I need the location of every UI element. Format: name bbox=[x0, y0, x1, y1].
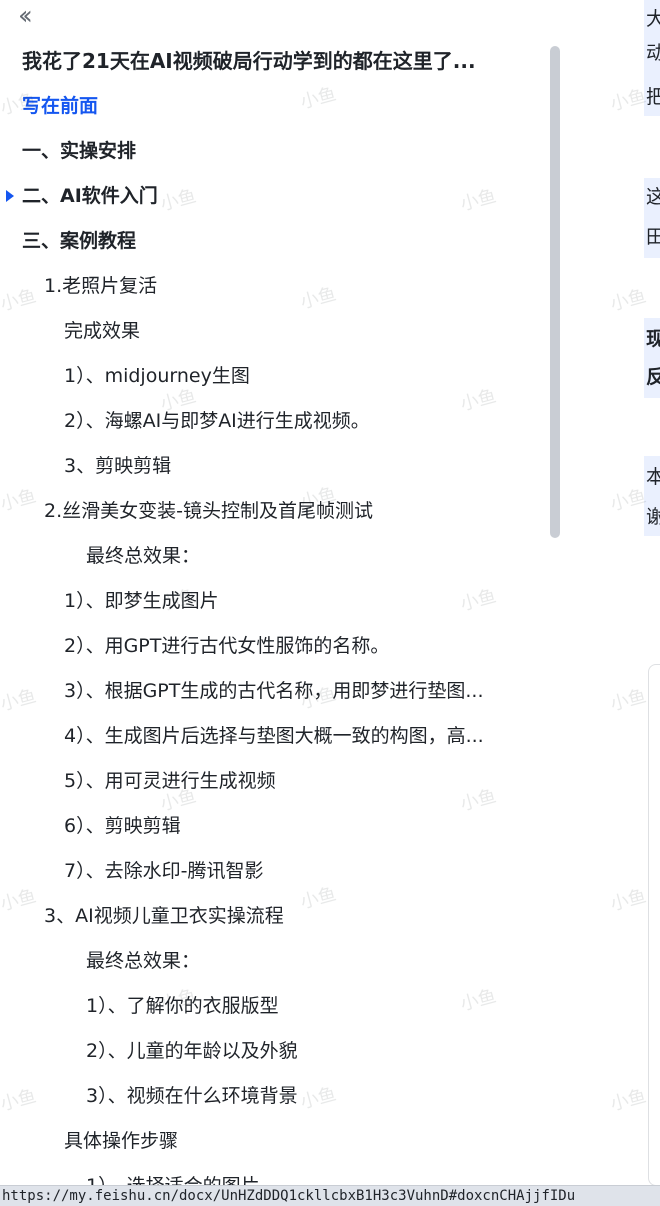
toc-item[interactable]: 一、实操安排 bbox=[22, 136, 530, 166]
toc-item[interactable]: 最终总效果： bbox=[86, 946, 530, 976]
toc-item[interactable]: 2）、海螺AI与即梦AI进行生成视频。 bbox=[64, 406, 530, 436]
toc-item[interactable]: 3、AI视频儿童卫衣实操流程 bbox=[44, 901, 530, 931]
watermark-text: 小鱼 bbox=[608, 685, 649, 716]
content-text-fragment: 现 bbox=[646, 328, 660, 350]
content-text-fragment: 大 bbox=[646, 8, 660, 30]
double-chevron-left-icon: ‹‹ bbox=[18, 1, 33, 31]
toc-item[interactable]: 3）、视频在什么环境背景 bbox=[86, 1081, 530, 1111]
status-bar-url: https://my.feishu.cn/docx/UnHZdDDQ1ckllc… bbox=[0, 1185, 660, 1206]
watermark-text: 小鱼 bbox=[608, 285, 649, 316]
watermark-text: 小鱼 bbox=[608, 1085, 649, 1116]
toc-item[interactable]: 3）、根据GPT生成的古代名称，用即梦进行垫图... bbox=[64, 676, 530, 706]
toc-item[interactable]: 1）、即梦生成图片 bbox=[64, 586, 530, 616]
toc-item[interactable]: 2）、儿童的年龄以及外貌 bbox=[86, 1036, 530, 1066]
toc-item[interactable]: 3、剪映剪辑 bbox=[64, 451, 530, 481]
toc-item[interactable]: 2.丝滑美女变装-镜头控制及首尾帧测试 bbox=[44, 496, 530, 526]
toc-item[interactable]: 写在前面 bbox=[22, 91, 530, 121]
expand-arrow-icon[interactable] bbox=[6, 190, 14, 202]
toc-item[interactable]: 1）、了解你的衣服版型 bbox=[86, 991, 530, 1021]
toc-item[interactable]: 最终总效果： bbox=[86, 541, 530, 571]
toc-doc-title[interactable]: 我花了21天在AI视频破局行动学到的都在这里了... bbox=[22, 46, 530, 76]
content-text-fragment: 这 bbox=[646, 186, 660, 208]
toc-item[interactable]: 二、AI软件入门 bbox=[22, 181, 530, 211]
watermark-text: 小鱼 bbox=[608, 85, 649, 116]
watermark-text: 小鱼 bbox=[608, 485, 649, 516]
toc-item[interactable]: 4）、生成图片后选择与垫图大概一致的构图，高... bbox=[64, 721, 530, 751]
embedded-card bbox=[648, 664, 660, 1186]
document-content-edge: 大动把这田现反本谢 bbox=[644, 0, 660, 1206]
toc-item[interactable]: 具体操作步骤 bbox=[64, 1126, 530, 1156]
doc-page: ‹‹ 我花了21天在AI视频破局行动学到的都在这里了... 写在前面一、实操安排… bbox=[0, 0, 660, 1206]
toc-item[interactable]: 7）、去除水印-腾讯智影 bbox=[64, 856, 530, 886]
toc-item[interactable]: 5）、用可灵进行生成视频 bbox=[64, 766, 530, 796]
toc-item[interactable]: 三、案例教程 bbox=[22, 226, 530, 256]
watermark-text: 小鱼 bbox=[608, 885, 649, 916]
toc-scrollbar-thumb[interactable] bbox=[550, 46, 560, 538]
collapse-toc-button[interactable]: ‹‹ bbox=[18, 1, 46, 31]
toc-item[interactable]: 2）、用GPT进行古代女性服饰的名称。 bbox=[64, 631, 530, 661]
toc-item[interactable]: 6）、剪映剪辑 bbox=[64, 811, 530, 841]
content-text-fragment: 田 bbox=[646, 226, 660, 248]
table-of-contents: ‹‹ 我花了21天在AI视频破局行动学到的都在这里了... 写在前面一、实操安排… bbox=[0, 0, 560, 1206]
content-text-fragment: 谢 bbox=[646, 506, 660, 528]
content-text-fragment: 动 bbox=[646, 42, 660, 64]
toc-item[interactable]: 1.老照片复活 bbox=[44, 271, 530, 301]
content-text-fragment: 本 bbox=[646, 466, 660, 488]
toc-item[interactable]: 完成效果 bbox=[64, 316, 530, 346]
content-text-fragment: 反 bbox=[646, 366, 660, 388]
content-text-fragment: 把 bbox=[646, 86, 660, 108]
toc-item[interactable]: 1）、midjourney生图 bbox=[64, 361, 530, 391]
